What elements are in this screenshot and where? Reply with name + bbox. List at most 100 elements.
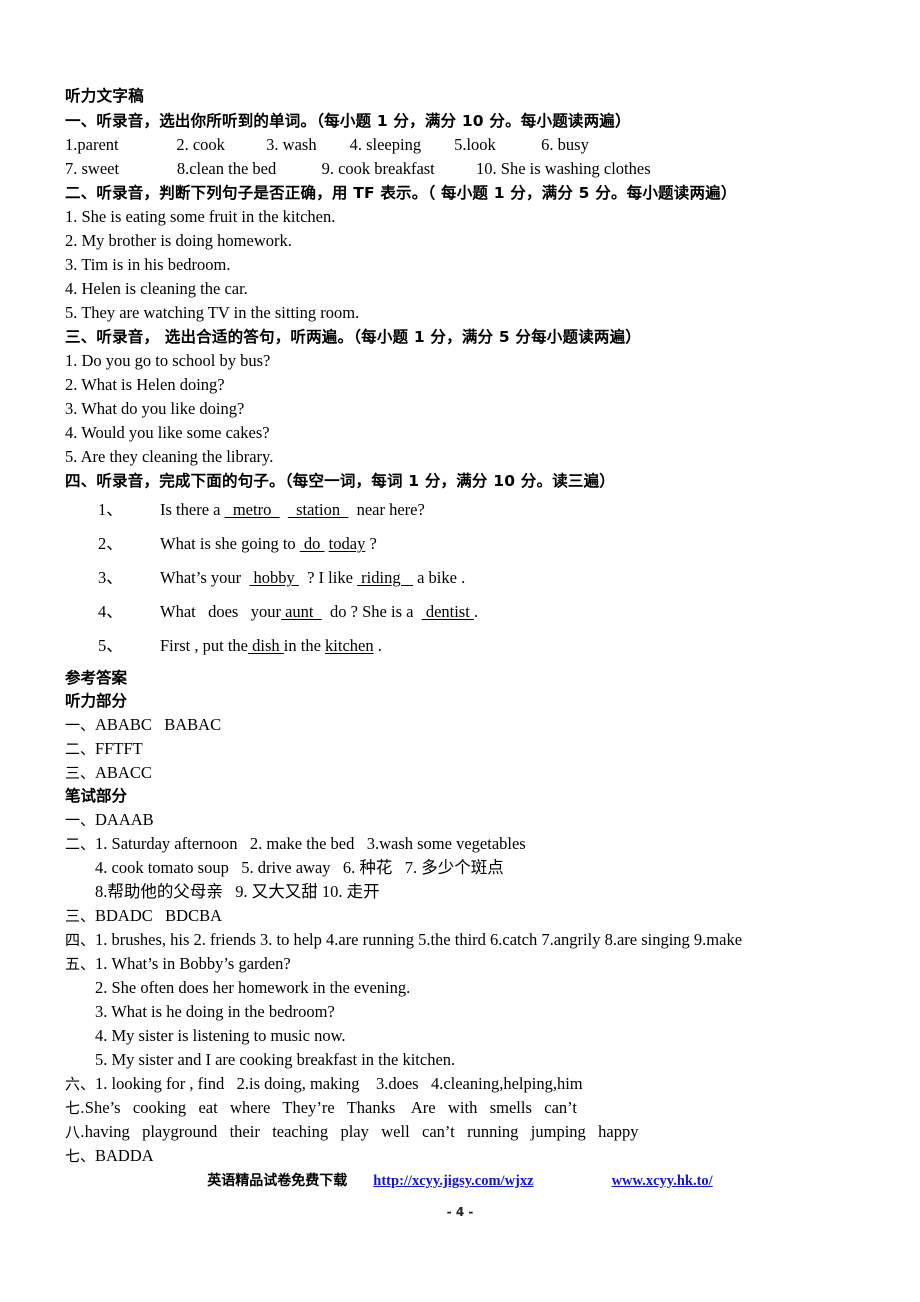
answer-blank: aunt xyxy=(280,602,322,621)
sentence-text: First , put the xyxy=(160,636,249,655)
written-answer-list: 一、DAAAB 二、1. Saturday afternoon 2. make t… xyxy=(65,808,860,1168)
answer-blank: do xyxy=(299,534,325,553)
answer-text: DAAAB xyxy=(95,810,154,829)
section-two-heading: 二、听录音，判断下列句子是否正确，用 TF 表示。（ 每小题 1 分，满分 5 … xyxy=(65,184,737,202)
footer: 英语精品试卷免费下载 http://xcyy.jigsy.com/wjxz www.… xyxy=(0,1171,920,1191)
listening-answer-row: 三、ABACC xyxy=(65,761,860,785)
section-four-item-number: 1、 xyxy=(98,500,123,519)
answer-text: BDADC BDCBA xyxy=(95,906,222,925)
section-three-item: 5. Are they cleaning the library. xyxy=(65,447,274,466)
sentence-text: . xyxy=(373,636,382,655)
sentence-text: in the xyxy=(283,636,326,655)
section-three-item: 4. Would you like some cakes? xyxy=(65,423,270,442)
sentence-text: What is she going to xyxy=(160,534,300,553)
written-answer-row: 二、1. Saturday afternoon 2. make the bed … xyxy=(65,832,860,856)
section-four-item-number: 5、 xyxy=(98,636,123,655)
answer-marker: 四、 xyxy=(65,931,96,949)
answer-marker: 三、 xyxy=(65,764,96,782)
section-three-item: 1. Do you go to school by bus? xyxy=(65,351,271,370)
page-number: - 4 - xyxy=(446,1205,474,1219)
section-four-item-list: 1、 Is there a metro station near here? 2、 W… xyxy=(65,493,860,663)
answer-marker: 八. xyxy=(65,1123,85,1141)
written-answer-row: 一、DAAAB xyxy=(65,808,860,832)
written-answer-subline: 8.帮助他的父母亲 9. 又大又甜 10. 走开 xyxy=(95,882,380,901)
answer-marker: 二、 xyxy=(65,740,96,758)
answer-text: 1. looking for , find 2.is doing, making… xyxy=(95,1074,583,1093)
section-four-item: 4、 What does your aunt do ? She is a dent… xyxy=(65,595,860,629)
section-one-words-row-1: 1.parent 2. cook 3. wash 4. sleeping 5.l… xyxy=(65,135,589,154)
page-title: 听力文字稿 xyxy=(65,87,145,105)
footer-link-primary[interactable]: http://xcyy.jigsy.com/wjxz xyxy=(373,1173,533,1189)
answer-blank: dish xyxy=(248,636,284,655)
answer-text: 1. brushes, his 2. friends 3. to help 4.… xyxy=(95,930,743,949)
section-four-heading: 四、听录音，完成下面的句子。（每空一词，每词 1 分，满分 10 分。读三遍） xyxy=(65,472,615,490)
written-answer-subline: 4. My sister is listening to music now. xyxy=(95,1026,346,1045)
written-part-title: 笔试部分 xyxy=(65,787,128,805)
answer-text: 1. What’s in Bobby’s garden? xyxy=(95,954,291,973)
sentence-text: What’s your xyxy=(160,568,250,587)
written-answer-row: 七、BADDA xyxy=(65,1144,860,1168)
answer-text: ABABC BABAC xyxy=(95,715,222,734)
sentence-text: ? I like xyxy=(298,568,358,587)
written-answer-subline: 3. What is he doing in the bedroom? xyxy=(95,1002,335,1021)
sentence-text xyxy=(280,500,288,519)
document-page: 听力文字稿 一、听录音，选出你所听到的单词。（每小题 1 分，满分 10 分。每… xyxy=(0,0,920,1302)
sentence-text: ? xyxy=(365,534,377,553)
sentence-text: a bike . xyxy=(412,568,466,587)
section-four-item-number: 3、 xyxy=(98,568,123,587)
sentence-text: What does your xyxy=(160,602,281,621)
written-answer-row: 六、1. looking for , find 2.is doing, maki… xyxy=(65,1072,860,1096)
answer-blank: kitchen xyxy=(325,636,374,655)
section-three-heading: 三、听录音， 选出合适的答句，听两遍。（每小题 1 分，满分 5 分每小题读两遍… xyxy=(65,328,642,346)
answer-blank: metro xyxy=(224,500,280,519)
answer-blank: hobby xyxy=(249,568,299,587)
answer-text: ABACC xyxy=(95,763,152,782)
answer-text: She’s cooking eat where They’re Thanks A… xyxy=(84,1098,577,1117)
answer-marker: 一、 xyxy=(65,811,96,829)
written-answer-row: 八.having playground their teaching play … xyxy=(65,1120,860,1144)
written-answer-subline: 4. cook tomato soup 5. drive away 6. 种花 … xyxy=(95,858,504,877)
section-one-words-row-2: 7. sweet 8.clean the bed 9. cook breakfa… xyxy=(65,159,651,178)
answer-text: BADDA xyxy=(95,1146,154,1165)
answer-marker: 五、 xyxy=(65,955,96,973)
section-four-item: 3、 What’s your hobby ? I like riding a bi… xyxy=(65,561,860,595)
answer-blank: today xyxy=(328,534,366,553)
sentence-text: . xyxy=(473,602,479,621)
section-four-item-number: 4、 xyxy=(98,602,123,621)
answer-marker: 三、 xyxy=(65,907,96,925)
written-answer-row: 三、BDADC BDCBA xyxy=(65,904,860,928)
answer-marker: 七. xyxy=(65,1099,85,1117)
written-answer-row: 五、1. What’s in Bobby’s garden? xyxy=(65,952,860,976)
written-answer-row: 七.She’s cooking eat where They’re Thanks… xyxy=(65,1096,860,1120)
answer-marker: 七、 xyxy=(65,1147,96,1165)
section-four-item: 1、 Is there a metro station near here? xyxy=(65,493,860,527)
answer-marker: 一、 xyxy=(65,716,96,734)
section-three-item: 3. What do you like doing? xyxy=(65,399,245,418)
written-answer-subline: 5. My sister and I are cooking breakfast… xyxy=(95,1050,456,1069)
section-two-item: 4. Helen is cleaning the car. xyxy=(65,279,248,298)
section-four-item: 5、 First , put the dish in the kitchen . xyxy=(65,629,860,663)
footer-link-secondary[interactable]: www.xcyy.hk.to/ xyxy=(612,1173,713,1189)
section-four-item: 2、 What is she going to do today ? xyxy=(65,527,860,561)
listening-part-title: 听力部分 xyxy=(65,692,128,710)
answer-text: FFTFT xyxy=(95,739,143,758)
sentence-text: near here? xyxy=(348,500,425,519)
answer-text: 1. Saturday afternoon 2. make the bed 3.… xyxy=(95,834,526,853)
sentence-text: Is there a xyxy=(160,500,225,519)
section-four-item-number: 2、 xyxy=(98,534,123,553)
section-one-heading: 一、听录音，选出你所听到的单词。（每小题 1 分，满分 10 分。每小题读两遍） xyxy=(65,112,631,130)
listening-answer-list: 一、ABABC BABAC 二、FFTFT 三、ABACC xyxy=(65,713,860,785)
listening-answer-row: 一、ABABC BABAC xyxy=(65,713,860,737)
answer-text: having playground their teaching play we… xyxy=(84,1122,639,1141)
footer-promo-text: 英语精品试卷免费下载 xyxy=(207,1173,348,1189)
listening-answer-row: 二、FFTFT xyxy=(65,737,860,761)
section-two-item: 3. Tim is in his bedroom. xyxy=(65,255,231,274)
section-three-item: 2. What is Helen doing? xyxy=(65,375,225,394)
answer-blank: dentist xyxy=(421,602,474,621)
written-answer-subline: 2. She often does her homework in the ev… xyxy=(95,978,411,997)
sentence-text: do ? She is a xyxy=(321,602,422,621)
answer-blank: station xyxy=(287,500,349,519)
section-two-item: 5. They are watching TV in the sitting r… xyxy=(65,303,360,322)
written-answer-row: 四、1. brushes, his 2. friends 3. to help … xyxy=(65,928,860,952)
answer-key-title: 参考答案 xyxy=(65,669,128,687)
